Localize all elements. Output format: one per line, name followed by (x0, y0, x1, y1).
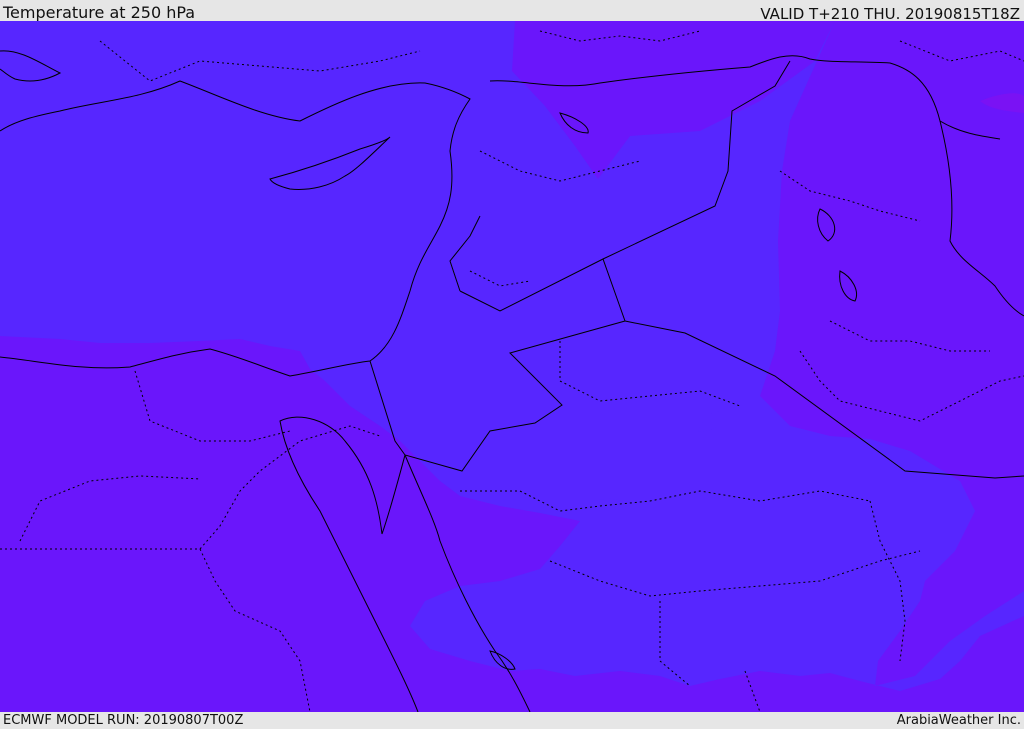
model-run-label: ECMWF MODEL RUN: 20190807T00Z (3, 713, 244, 728)
temperature-map[interactable] (0, 21, 1024, 712)
map-canvas (0, 21, 1024, 712)
map-title: Temperature at 250 hPa (3, 3, 196, 22)
footer-bar: ECMWF MODEL RUN: 20190807T00Z ArabiaWeat… (0, 712, 1024, 729)
header-bar: Temperature at 250 hPa VALID T+210 THU. … (0, 0, 1024, 23)
credit-label: ArabiaWeather Inc. (896, 713, 1021, 728)
